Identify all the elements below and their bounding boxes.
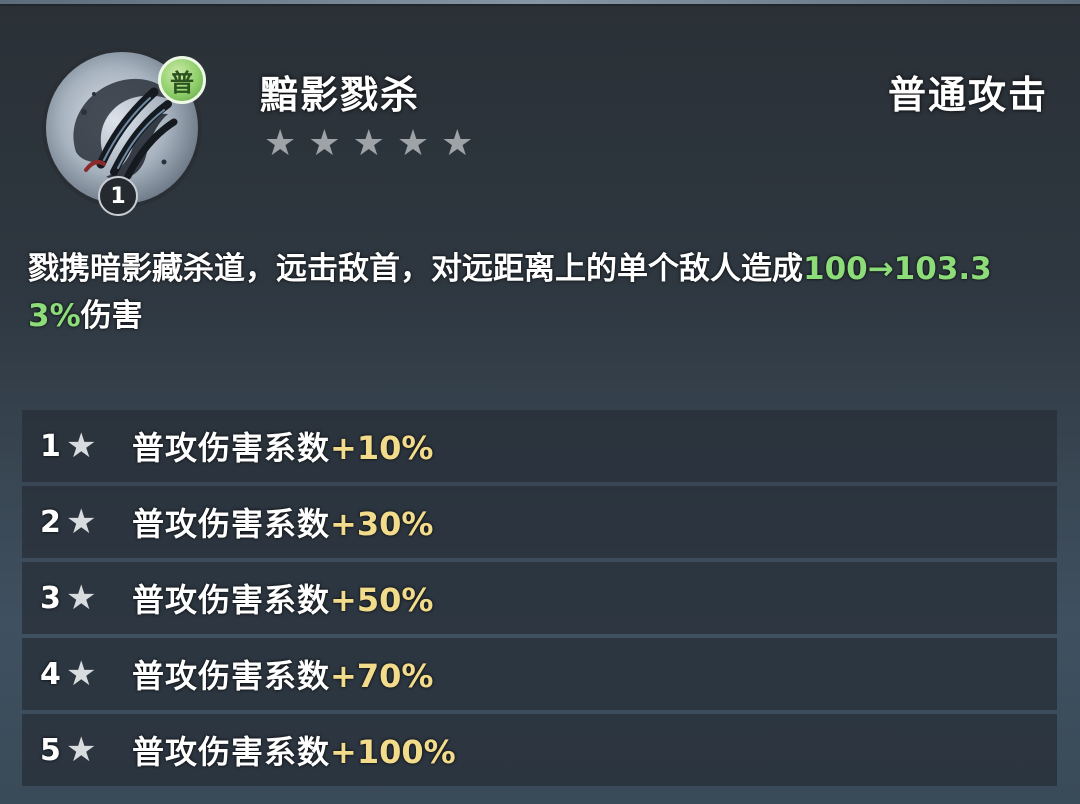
skill-level-badge: 1	[98, 176, 138, 216]
upgrade-label: 普攻伤害系数	[132, 429, 331, 467]
star-icon: ★	[66, 426, 97, 466]
skill-name: 黯影戮杀	[260, 72, 421, 117]
upgrade-level: 4	[40, 656, 61, 692]
upgrade-label: 普攻伤害系数	[132, 733, 331, 771]
description-text: 戮携暗影藏杀道，远击敌首，对远距离上的单个敌人造成	[28, 251, 803, 287]
upgrade-bonus: +10%	[330, 429, 434, 467]
upgrade-level: 5	[40, 732, 61, 768]
star-icon: ★	[66, 502, 97, 542]
upgrade-row: 4 ★ 普攻伤害系数+70%	[22, 638, 1057, 710]
upgrade-label: 普攻伤害系数	[132, 657, 331, 695]
upgrade-row: 1 ★ 普攻伤害系数+10%	[22, 410, 1057, 482]
top-border-shadow	[0, 4, 1080, 6]
upgrade-text: 普攻伤害系数+100%	[132, 727, 456, 773]
upgrade-bonus: +100%	[330, 733, 456, 771]
upgrade-text: 普攻伤害系数+50%	[132, 575, 433, 621]
skill-star-rating: ★ ★ ★ ★ ★	[264, 124, 473, 164]
star-icon: ★	[441, 123, 474, 164]
star-icon: ★	[352, 123, 385, 164]
upgrade-text: 普攻伤害系数+10%	[132, 423, 433, 469]
star-icon: ★	[396, 123, 430, 164]
upgrade-label: 普攻伤害系数	[132, 505, 331, 543]
star-icon: ★	[264, 123, 297, 164]
upgrade-label: 普攻伤害系数	[132, 581, 331, 619]
upgrade-level: 2	[40, 504, 61, 540]
star-icon: ★	[308, 123, 341, 164]
star-icon: ★	[66, 654, 97, 694]
star-icon: ★	[66, 730, 97, 770]
upgrade-level: 3	[40, 580, 61, 616]
upgrade-row: 3 ★ 普攻伤害系数+50%	[22, 562, 1057, 634]
grade-badge: 普	[158, 56, 206, 104]
upgrade-bonus: +70%	[330, 657, 434, 695]
upgrade-bonus: +50%	[330, 581, 434, 619]
upgrade-bonus: +30%	[330, 505, 434, 543]
upgrade-row: 5 ★ 普攻伤害系数+100%	[22, 714, 1057, 786]
skill-type: 普通攻击	[887, 72, 1048, 117]
upgrade-row: 2 ★ 普攻伤害系数+30%	[22, 486, 1057, 558]
upgrade-text: 普攻伤害系数+30%	[132, 499, 433, 545]
star-icon: ★	[66, 578, 97, 618]
star-upgrade-list: 1 ★ 普攻伤害系数+10% 2 ★ 普攻伤害系数+30% 3 ★ 普攻伤害系数…	[22, 410, 1057, 790]
upgrade-level: 1	[40, 428, 61, 464]
skill-description: 戮携暗影藏杀道，远击敌首，对远距离上的单个敌人造成100→103.33%伤害	[28, 246, 1028, 340]
description-suffix: 伤害	[80, 298, 143, 334]
upgrade-text: 普攻伤害系数+70%	[132, 651, 433, 697]
